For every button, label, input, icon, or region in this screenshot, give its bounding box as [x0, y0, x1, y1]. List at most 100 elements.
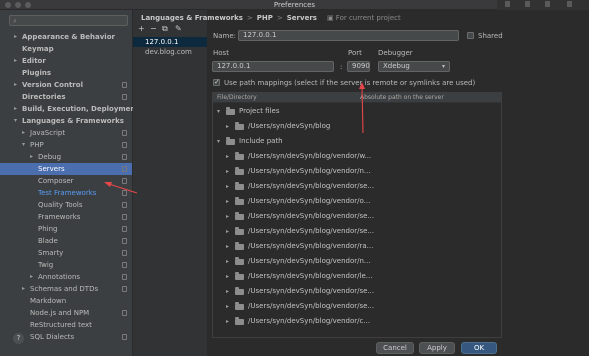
chevron-right-icon[interactable]: ▸: [226, 194, 229, 209]
sidebar-item-label: Directories: [22, 93, 66, 101]
shared-checkbox[interactable]: [467, 32, 474, 39]
shared-label: Shared: [478, 32, 503, 40]
mapping-row[interactable]: ▸ /Users/syn/devSyn/blog/vendor/se...: [213, 224, 501, 239]
mapping-path-label: /Users/syn/devSyn/blog/vendor/se...: [248, 302, 375, 310]
chevron-right-icon[interactable]: ▸: [226, 239, 229, 254]
mapping-row[interactable]: ▾ Project files: [213, 104, 501, 119]
sidebar-item[interactable]: Quality Tools: [0, 199, 132, 211]
chevron-right-icon[interactable]: ▸: [14, 31, 17, 43]
chevron-right-icon[interactable]: ▸: [30, 271, 33, 283]
apply-button[interactable]: Apply: [419, 342, 455, 354]
mapping-row[interactable]: ▸ /Users/syn/devSyn/blog/vendor/c...: [213, 314, 501, 329]
sidebar-item[interactable]: ▸ Build, Execution, Deployment: [0, 103, 139, 115]
chevron-down-icon[interactable]: ▾: [217, 104, 220, 119]
debugger-select[interactable]: Xdebug ▾: [378, 61, 450, 72]
server-item[interactable]: 127.0.0.1: [133, 37, 207, 47]
sidebar-item[interactable]: ▸ Debug: [0, 151, 132, 163]
mapping-row[interactable]: ▸ /Users/syn/devSyn/blog/vendor/n...: [213, 164, 501, 179]
sidebar-item[interactable]: ▸ Schemas and DTDs: [0, 283, 132, 295]
sidebar-item[interactable]: ▸ Annotations: [0, 271, 132, 283]
sidebar-item[interactable]: ReStructured text: [0, 319, 132, 331]
chevron-right-icon[interactable]: ▸: [226, 149, 229, 164]
sidebar-item[interactable]: ▾ PHP: [0, 139, 132, 151]
chevron-right-icon[interactable]: ▸: [226, 179, 229, 194]
chevron-down-icon[interactable]: ▾: [217, 134, 220, 149]
chevron-right-icon[interactable]: ▸: [22, 127, 25, 139]
chevron-right-icon[interactable]: ▸: [22, 283, 25, 295]
project-settings-icon: [122, 130, 127, 136]
edit-server-icon[interactable]: ✎: [175, 24, 182, 33]
sidebar-item[interactable]: ▸ Appearance & Behavior: [0, 31, 132, 43]
folder-icon: [235, 242, 244, 250]
chevron-down-icon[interactable]: ▾: [14, 115, 17, 127]
ok-button[interactable]: OK: [461, 342, 497, 354]
chevron-right-icon[interactable]: ▸: [14, 55, 17, 67]
chevron-right-icon[interactable]: ▸: [14, 79, 17, 91]
cancel-button[interactable]: Cancel: [376, 342, 414, 354]
sidebar-item[interactable]: Node.js and NPM: [0, 307, 132, 319]
chevron-right-icon[interactable]: ▸: [226, 209, 229, 224]
sidebar-item[interactable]: ▸ Editor: [0, 55, 132, 67]
sidebar-item[interactable]: Frameworks: [0, 211, 132, 223]
sidebar-item[interactable]: Markdown: [0, 295, 132, 307]
sidebar-item-label: SQL Dialects: [30, 333, 75, 341]
help-icon[interactable]: ?: [13, 333, 24, 344]
sidebar-item[interactable]: Directories: [0, 91, 132, 103]
mapping-row[interactable]: ▸ /Users/syn/devSyn/blog/vendor/se...: [213, 209, 501, 224]
chevron-right-icon[interactable]: ▸: [226, 284, 229, 299]
chevron-right-icon[interactable]: ▸: [226, 254, 229, 269]
sidebar-item[interactable]: Phing: [0, 223, 132, 235]
add-server-icon[interactable]: +: [138, 24, 145, 33]
sidebar-item-label: Twig: [38, 261, 54, 269]
chevron-right-icon[interactable]: ▸: [226, 164, 229, 179]
name-input[interactable]: 127.0.0.1: [238, 30, 459, 41]
port-input[interactable]: 9090: [347, 61, 370, 72]
mapping-row[interactable]: ▸ /Users/syn/devSyn/blog/vendor/le...: [213, 269, 501, 284]
chevron-right-icon[interactable]: ▸: [226, 119, 229, 134]
host-input[interactable]: 127.0.0.1: [212, 61, 334, 72]
remove-server-icon[interactable]: −: [150, 24, 157, 33]
mapping-row[interactable]: ▸ /Users/syn/devSyn/blog/vendor/w...: [213, 149, 501, 164]
sidebar-item[interactable]: Servers: [0, 163, 132, 175]
sidebar-item[interactable]: Composer: [0, 175, 132, 187]
background-window-toolbar: [497, 0, 589, 10]
sidebar-item[interactable]: Plugins: [0, 67, 132, 79]
copy-server-icon[interactable]: ⧉: [162, 24, 168, 34]
folder-icon: [235, 197, 244, 205]
mapping-row[interactable]: ▸ /Users/syn/devSyn/blog/vendor/se...: [213, 179, 501, 194]
mapping-path-label: /Users/syn/devSyn/blog/vendor/n...: [248, 257, 371, 265]
mapping-row[interactable]: ▸ /Users/syn/devSyn/blog/vendor/se...: [213, 284, 501, 299]
sidebar-item[interactable]: Blade: [0, 235, 132, 247]
sidebar-item[interactable]: Smarty: [0, 247, 132, 259]
sidebar-item-label: Version Control: [22, 81, 83, 89]
chevron-right-icon[interactable]: ▸: [30, 151, 33, 163]
sidebar-item[interactable]: ▸ JavaScript: [0, 127, 132, 139]
chevron-right-icon[interactable]: ▸: [226, 299, 229, 314]
use-path-mappings-checkbox[interactable]: [213, 78, 220, 86]
settings-search-input[interactable]: ⌕: [9, 15, 128, 26]
chevron-right-icon[interactable]: ▸: [226, 314, 229, 329]
sidebar-item[interactable]: ▾ Languages & Frameworks: [0, 115, 132, 127]
folder-icon: [235, 302, 244, 310]
mapping-row[interactable]: ▸ /Users/syn/devSyn/blog/vendor/n...: [213, 254, 501, 269]
mapping-row[interactable]: ▸ /Users/syn/devSyn/blog/vendor/o...: [213, 194, 501, 209]
chevron-down-icon[interactable]: ▾: [22, 139, 25, 151]
breadcrumb-item: PHP: [256, 14, 273, 22]
server-item[interactable]: dev.blog.com: [133, 47, 207, 57]
mapping-row[interactable]: ▸ /Users/syn/devSyn/blog: [213, 119, 501, 134]
mapping-row[interactable]: ▾ Include path: [213, 134, 501, 149]
project-settings-icon: [122, 154, 127, 160]
sidebar-item-label: Schemas and DTDs: [30, 285, 99, 293]
sidebar-item[interactable]: Keymap: [0, 43, 132, 55]
mapping-row[interactable]: ▸ /Users/syn/devSyn/blog/vendor/ra...: [213, 239, 501, 254]
folder-icon: [235, 227, 244, 235]
folder-icon: [235, 167, 244, 175]
sidebar-item[interactable]: Test Frameworks: [0, 187, 132, 199]
chevron-right-icon[interactable]: ▸: [226, 224, 229, 239]
mapping-path-label: /Users/syn/devSyn/blog/vendor/se...: [248, 182, 375, 190]
chevron-right-icon[interactable]: ▸: [14, 103, 17, 115]
chevron-right-icon[interactable]: ▸: [226, 269, 229, 284]
mapping-row[interactable]: ▸ /Users/syn/devSyn/blog/vendor/se...: [213, 299, 501, 314]
sidebar-item[interactable]: Twig: [0, 259, 132, 271]
sidebar-item[interactable]: ▸ Version Control: [0, 79, 132, 91]
